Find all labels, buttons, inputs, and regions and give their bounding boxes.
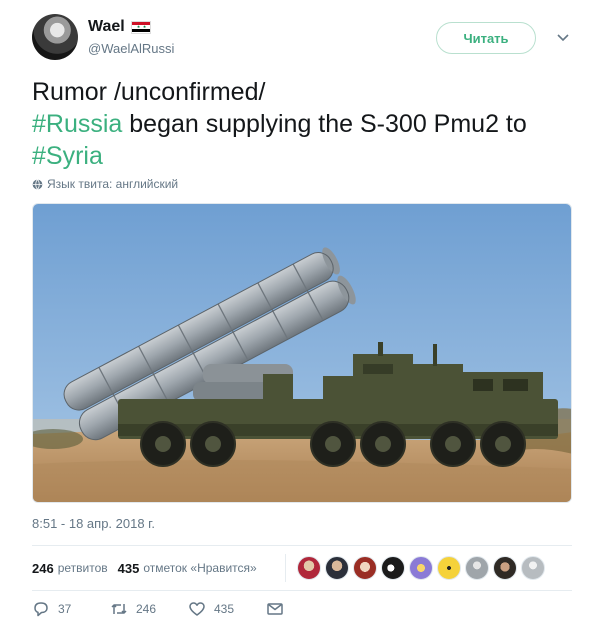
liker-avatar[interactable] bbox=[493, 556, 517, 580]
retweet-count: 246 bbox=[136, 602, 157, 616]
liker-avatar[interactable] bbox=[297, 556, 321, 580]
divider-bottom bbox=[32, 590, 572, 591]
globe-icon bbox=[32, 178, 43, 190]
liker-avatar[interactable] bbox=[353, 556, 377, 580]
liker-avatars bbox=[297, 556, 545, 580]
tweet-header: Wael ★ ★ @WaelAlRussi Читать bbox=[32, 14, 580, 64]
liker-avatar[interactable] bbox=[325, 556, 349, 580]
direct-message-action[interactable] bbox=[266, 600, 344, 618]
author-avatar[interactable] bbox=[32, 14, 78, 60]
author-name-row[interactable]: Wael ★ ★ bbox=[88, 18, 151, 36]
syria-flag-icon: ★ ★ bbox=[130, 20, 151, 34]
liker-avatar[interactable] bbox=[437, 556, 461, 580]
liker-avatar[interactable] bbox=[521, 556, 545, 580]
heart-icon[interactable] bbox=[188, 600, 206, 618]
tweet-line-1: Rumor /unconfirmed/ bbox=[32, 78, 266, 106]
retweets-count: 246 bbox=[32, 560, 54, 576]
author-handle[interactable]: @WaelAlRussi bbox=[88, 41, 174, 56]
reply-action[interactable]: 37 bbox=[32, 600, 110, 618]
hashtag-russia[interactable]: #Russia bbox=[32, 110, 122, 138]
follow-button[interactable]: Читать bbox=[436, 22, 536, 54]
divider-top bbox=[32, 545, 572, 546]
language-note-text: Язык твита: английский bbox=[47, 177, 179, 191]
tweet-actions: 37 246 435 bbox=[32, 600, 344, 618]
direct-message-icon[interactable] bbox=[266, 600, 284, 618]
tweet-line-2: #Russia began supplying the S-300 Pmu2 t… bbox=[32, 108, 572, 140]
retweets-stat[interactable]: 246 ретвитов bbox=[32, 561, 108, 576]
chevron-down-icon[interactable] bbox=[556, 30, 570, 44]
tweet-line-3: #Syria bbox=[32, 140, 572, 172]
tweet-timestamp[interactable]: 8:51 - 18 апр. 2018 г. bbox=[32, 516, 155, 531]
reply-count: 37 bbox=[58, 602, 72, 616]
reply-icon[interactable] bbox=[32, 600, 50, 618]
likes-label: отметок «Нравится» bbox=[143, 561, 257, 575]
retweet-icon[interactable] bbox=[110, 600, 128, 618]
tweet-stats: 246 ретвитов 435 отметок «Нравится» bbox=[32, 550, 267, 586]
tweet-line-2-text: began supplying the S-300 Pmu2 to bbox=[122, 110, 527, 138]
retweet-action[interactable]: 246 bbox=[110, 600, 188, 618]
likes-stat[interactable]: 435 отметок «Нравится» bbox=[118, 561, 257, 576]
author-name[interactable]: Wael bbox=[88, 18, 125, 36]
language-note: Язык твита: английский bbox=[32, 177, 178, 191]
likes-count: 435 bbox=[117, 560, 140, 576]
tweet-photo[interactable] bbox=[32, 203, 572, 503]
liker-avatar[interactable] bbox=[465, 556, 489, 580]
hashtag-syria[interactable]: #Syria bbox=[32, 142, 103, 170]
s300-launcher-photo bbox=[33, 204, 571, 502]
retweets-label: ретвитов bbox=[57, 561, 108, 575]
liker-avatar[interactable] bbox=[381, 556, 405, 580]
like-action[interactable]: 435 bbox=[188, 600, 266, 618]
like-count: 435 bbox=[214, 602, 235, 616]
tweet-text: Rumor /unconfirmed/ #Russia began supply… bbox=[32, 76, 572, 172]
liker-avatar[interactable] bbox=[409, 556, 433, 580]
stats-divider bbox=[285, 554, 286, 582]
